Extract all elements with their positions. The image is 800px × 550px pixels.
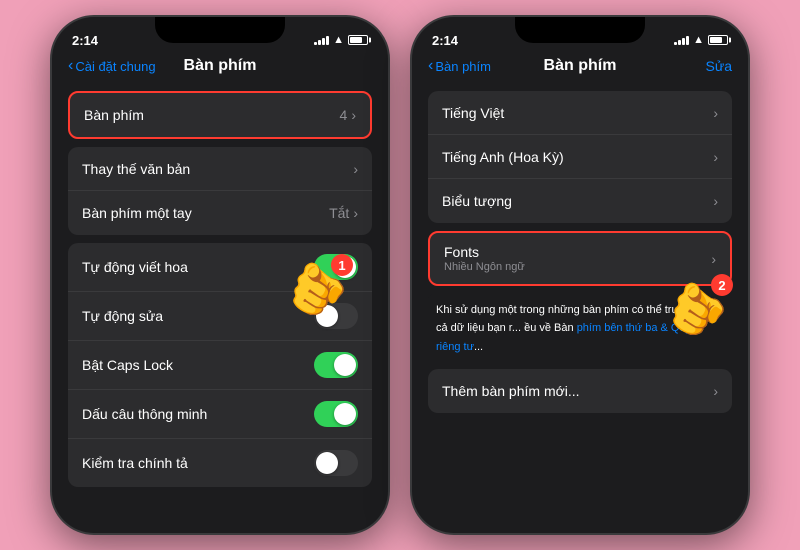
status-icons-2: ▲ (674, 34, 728, 46)
time-2: 2:14 (432, 33, 458, 48)
notch-2 (515, 17, 645, 43)
replace-chevron: › (353, 161, 358, 177)
add-keyboard-chevron: › (713, 383, 718, 399)
add-keyboard-item[interactable]: Thêm bàn phím mới... › (428, 369, 732, 413)
emoji-chevron: › (713, 193, 718, 209)
smart-punct-label: Dấu câu thông minh (82, 406, 207, 422)
caps-lock-item[interactable]: Bật Caps Lock (68, 341, 372, 390)
keyboards-label: Bàn phím (84, 107, 144, 123)
back-label-2: Bàn phím (435, 59, 491, 74)
one-hand-chevron: › (353, 205, 358, 221)
wifi-icon-2: ▲ (693, 34, 704, 46)
auto-capitalize-label: Tự động viết hoa (82, 259, 188, 275)
one-hand-label: Bàn phím một tay (82, 205, 192, 221)
signal-icon-2 (674, 35, 689, 45)
add-keyboard-group: Thêm bàn phím mới... › (428, 369, 732, 413)
one-hand-item[interactable]: Bàn phím một tay Tắt › (68, 191, 372, 235)
spell-check-item[interactable]: Kiểm tra chính tả (68, 439, 372, 487)
nav-bar-2: ‹ Bàn phím Bàn phím Sửa (412, 53, 748, 83)
status-icons-1: ▲ (314, 34, 368, 46)
add-keyboard-section: Thêm bàn phím mới... › (428, 369, 732, 413)
battery-icon-1 (348, 35, 368, 45)
smart-punct-item[interactable]: Dấu câu thông minh (68, 390, 372, 439)
finger-pointer-2: 🫵 2 (666, 279, 728, 338)
time-1: 2:14 (72, 33, 98, 48)
nav-title-2: Bàn phím (544, 57, 617, 75)
signal-icon-1 (314, 35, 329, 45)
fonts-section: Fonts Nhiều Ngôn ngữ › (428, 231, 732, 286)
fonts-label: Fonts (444, 244, 525, 260)
back-button-2[interactable]: ‹ Bàn phím (428, 57, 491, 75)
tiengviet-item[interactable]: Tiếng Việt › (428, 91, 732, 135)
spell-check-toggle[interactable] (314, 450, 358, 476)
add-keyboard-label: Thêm bàn phím mới... (442, 383, 580, 399)
back-chevron-1: ‹ (68, 57, 73, 75)
back-chevron-2: ‹ (428, 57, 433, 75)
tiengviet-label: Tiếng Việt (442, 105, 504, 121)
spell-check-label: Kiểm tra chính tả (82, 455, 188, 471)
nav-action-2[interactable]: Sửa (706, 58, 733, 74)
tienganh-item[interactable]: Tiếng Anh (Hoa Kỳ) › (428, 135, 732, 179)
nav-title-1: Bàn phím (184, 57, 257, 75)
keyboards-section-1: Bàn phím 4 › (68, 91, 372, 139)
fonts-item-left: Fonts Nhiều Ngôn ngữ (444, 244, 525, 273)
keyboards-chevron: › (351, 107, 356, 123)
one-hand-value: Tắt (329, 205, 349, 221)
fonts-item[interactable]: Fonts Nhiều Ngôn ngữ › (430, 233, 730, 284)
fonts-group: Fonts Nhiều Ngôn ngữ › (428, 231, 732, 286)
keyboards-right: 4 › (340, 107, 356, 123)
auto-correct-label: Tự động sửa (82, 308, 163, 324)
battery-icon-2 (708, 35, 728, 45)
keyboards-group: Bàn phím 4 › (68, 91, 372, 139)
smart-punct-toggle[interactable] (314, 401, 358, 427)
tienganh-chevron: › (713, 149, 718, 165)
keyboards-item[interactable]: Bàn phím 4 › (70, 93, 370, 137)
replace-text-label: Thay thế văn bản (82, 161, 190, 177)
notch-1 (155, 17, 285, 43)
step-badge-2: 2 (711, 274, 733, 296)
back-button-1[interactable]: ‹ Cài đặt chung (68, 57, 156, 75)
text-group: Thay thế văn bản › Bàn phím một tay Tắt … (68, 147, 372, 235)
keyboards-list-section: Tiếng Việt › Tiếng Anh (Hoa Kỳ) › Biểu t… (428, 91, 732, 223)
replace-text-right: › (353, 161, 358, 177)
phone-2: 2:14 ▲ ‹ Bàn phím Bàn phím Sử (410, 15, 750, 535)
finger-pointer-1: 🫵 1 (286, 259, 348, 318)
keyboards-value: 4 (340, 107, 348, 123)
tienganh-label: Tiếng Anh (Hoa Kỳ) (442, 149, 564, 165)
wifi-icon-1: ▲ (333, 34, 344, 46)
keyboards-list-group: Tiếng Việt › Tiếng Anh (Hoa Kỳ) › Biểu t… (428, 91, 732, 223)
step-badge-1: 1 (331, 254, 353, 276)
tiengviet-chevron: › (713, 105, 718, 121)
caps-lock-toggle[interactable] (314, 352, 358, 378)
replace-text-item[interactable]: Thay thế văn bản › (68, 147, 372, 191)
emoji-label: Biểu tượng (442, 193, 512, 209)
phone-1: 2:14 ▲ ‹ Cài đặt chung Bàn phím (50, 15, 390, 535)
fonts-sublabel: Nhiều Ngôn ngữ (444, 261, 525, 273)
one-hand-right: Tắt › (329, 205, 358, 221)
text-section: Thay thế văn bản › Bàn phím một tay Tắt … (68, 147, 372, 235)
emoji-item[interactable]: Biểu tượng › (428, 179, 732, 223)
back-label-1: Cài đặt chung (75, 59, 155, 74)
caps-lock-label: Bật Caps Lock (82, 357, 173, 373)
nav-bar-1: ‹ Cài đặt chung Bàn phím (52, 53, 388, 83)
fonts-chevron: › (711, 251, 716, 267)
